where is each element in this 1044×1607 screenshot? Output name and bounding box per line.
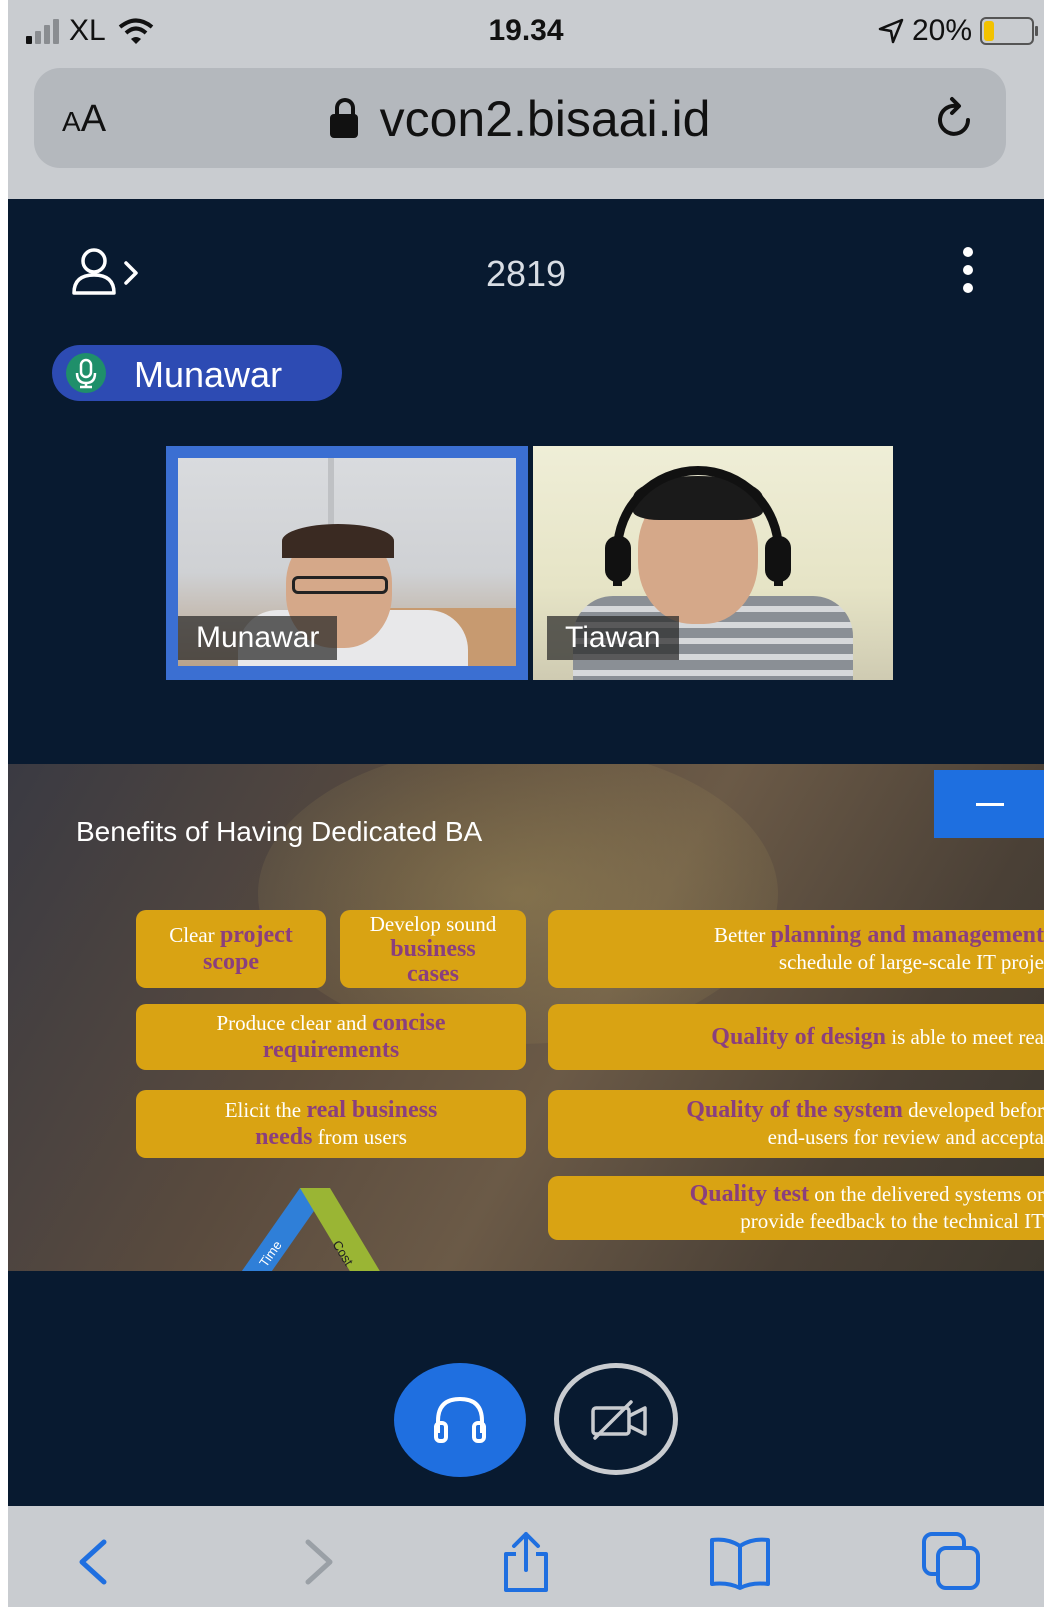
reload-icon[interactable] <box>930 94 978 142</box>
video-off-icon <box>591 1400 647 1440</box>
slide-box: Clear project scope <box>136 910 326 988</box>
slide-box: Quality of the system developed befor en… <box>548 1090 1044 1158</box>
active-speaker-badge: Munawar <box>52 345 342 401</box>
status-right: 20% <box>878 14 1038 48</box>
url-text: vcon2.bisaai.id <box>379 91 711 147</box>
slide-box: Produce clear and concise requirements <box>136 1004 526 1070</box>
video-tile-munawar[interactable]: Munawar <box>166 446 528 680</box>
slide-box: Elicit the real business needs from user… <box>136 1090 526 1158</box>
slide-box: Quality test on the delivered systems or… <box>548 1176 1044 1240</box>
microphone-icon <box>66 353 106 393</box>
browser-window: XL 19.34 20% AA vcon2.bisaai.id 2819 Mun… <box>8 0 1044 1607</box>
slide-box: Quality of design is able to meet rea <box>548 1004 1044 1070</box>
participant-name-tag: Munawar <box>178 616 338 660</box>
back-icon[interactable] <box>64 1530 128 1594</box>
slide-box: Better planning and management schedule … <box>548 910 1044 988</box>
browser-toolbar <box>8 1506 1044 1607</box>
active-speaker-name: Munawar <box>134 354 283 395</box>
battery-icon <box>980 17 1038 45</box>
headphones-icon <box>434 1396 486 1443</box>
video-button[interactable] <box>554 1363 678 1475</box>
more-options-icon[interactable] <box>958 247 978 297</box>
battery-percent: 20% <box>911 14 972 47</box>
conference-header: 2819 <box>8 199 1044 339</box>
bookmarks-icon[interactable] <box>708 1530 772 1594</box>
triangle-graphic: Time Cost <box>241 1188 380 1271</box>
shared-presentation: Benefits of Having Dedicated BA Clear pr… <box>8 764 1044 1271</box>
tabs-icon[interactable] <box>920 1530 984 1594</box>
video-tile-tiawan[interactable]: Tiawan <box>533 446 893 680</box>
room-id: 2819 <box>485 253 567 294</box>
slide-title: Benefits of Having Dedicated BA <box>76 816 483 847</box>
forward-icon[interactable] <box>284 1530 348 1594</box>
location-arrow-icon <box>878 18 904 44</box>
address-bar[interactable]: AA vcon2.bisaai.id <box>34 68 1006 168</box>
lock-icon <box>329 98 358 138</box>
audio-button[interactable] <box>394 1363 526 1477</box>
address-bar-area: AA vcon2.bisaai.id <box>8 66 1044 199</box>
slide-box: Develop sound business cases <box>340 910 526 988</box>
share-icon[interactable] <box>494 1530 558 1594</box>
minimize-button[interactable] <box>934 770 1044 838</box>
url-display[interactable]: vcon2.bisaai.id <box>34 90 1006 148</box>
participant-name-tag: Tiawan <box>547 616 679 660</box>
status-bar: XL 19.34 20% <box>8 0 1044 66</box>
